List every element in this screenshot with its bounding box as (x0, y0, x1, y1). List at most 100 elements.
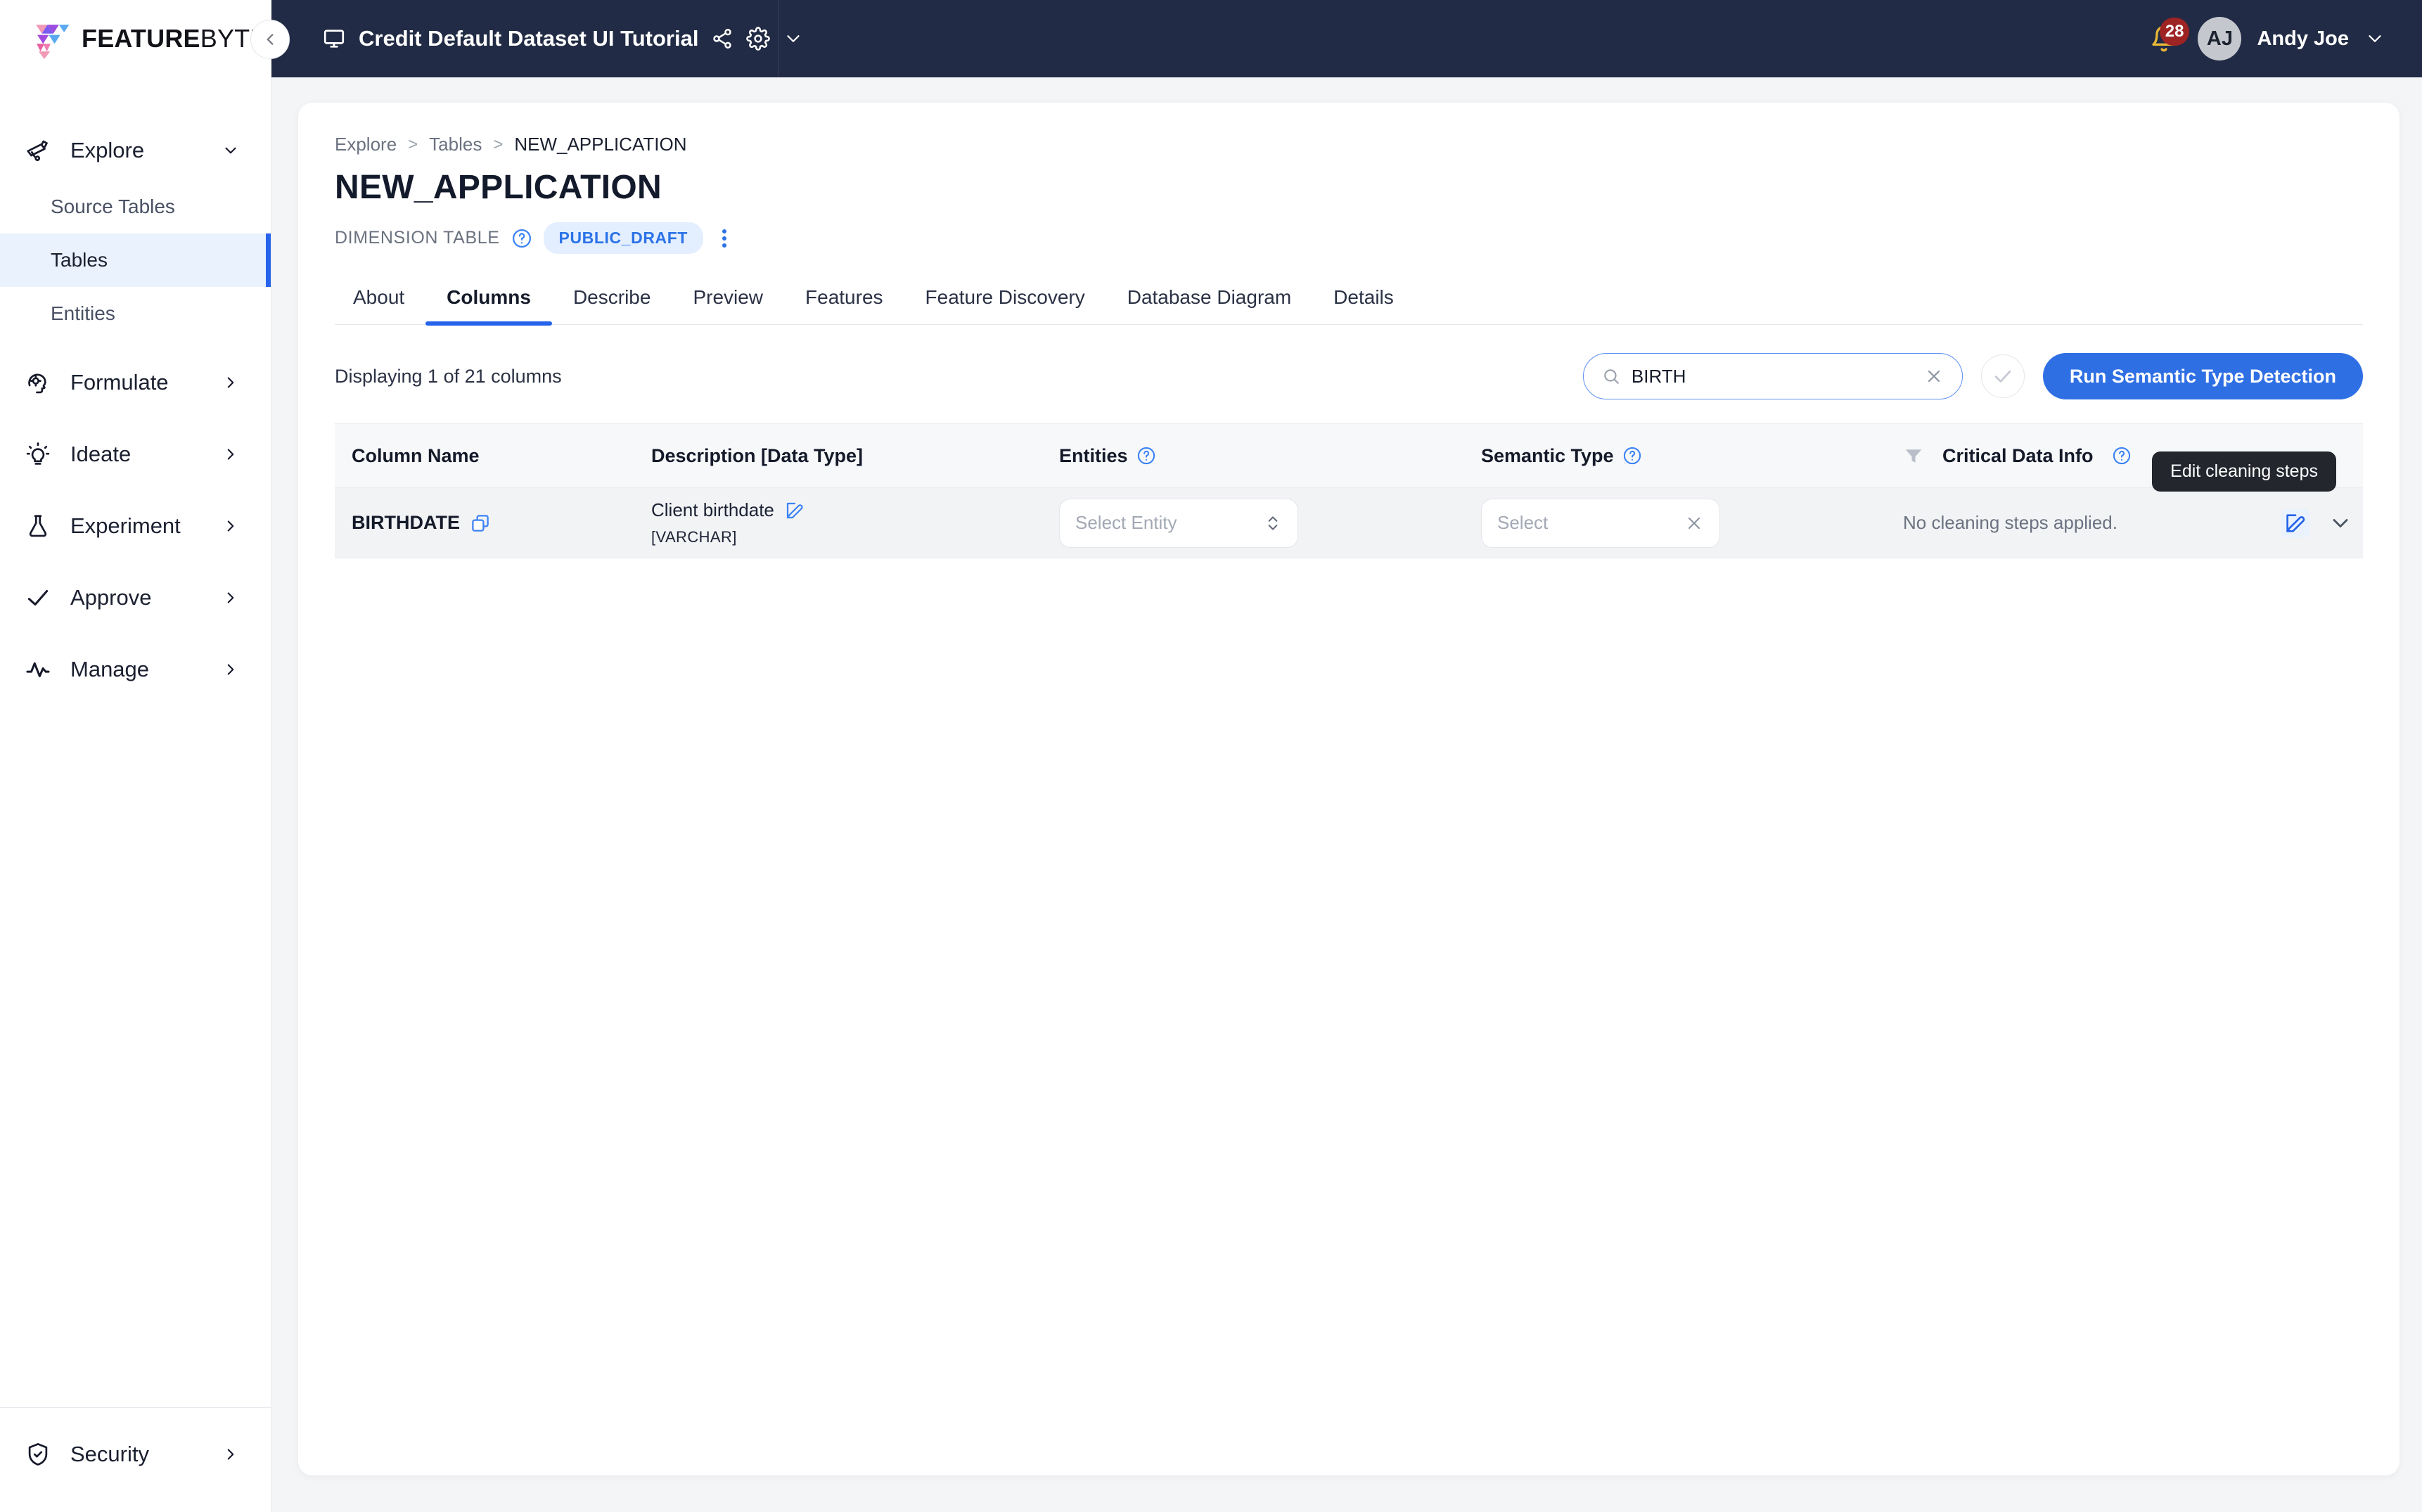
breadcrumb-item-explore[interactable]: Explore (335, 134, 397, 155)
sidebar-group-label: Formulate (70, 370, 169, 395)
breadcrumb-item-current: NEW_APPLICATION (514, 134, 687, 155)
sidebar-item-source-tables[interactable]: Source Tables (0, 180, 271, 233)
apply-search-button[interactable] (1980, 354, 2025, 398)
th-description: Description [Data Type] (651, 444, 864, 466)
check-icon (24, 584, 52, 612)
sidebar-item-entities[interactable]: Entities (0, 287, 271, 340)
table-type-label: DIMENSION TABLE (335, 228, 500, 248)
th-column-name: Column Name (352, 444, 480, 466)
sidebar-group-label: Explore (70, 138, 145, 162)
columns-toolbar: Displaying 1 of 21 columns Run Semantic … (335, 353, 2363, 399)
sidebar-group-security[interactable]: Security (0, 1425, 271, 1484)
cell-row-actions (2229, 508, 2363, 537)
top-bar-dark-area: Credit Default Dataset UI Tutorial 28 AJ… (271, 0, 2422, 77)
close-x-icon[interactable] (1684, 513, 1704, 533)
chevron-up-down-icon (1268, 515, 1278, 530)
search-box[interactable] (1582, 353, 1963, 399)
more-vertical-icon[interactable] (715, 226, 734, 250)
semantic-type-select[interactable]: Select (1481, 498, 1720, 548)
chevron-right-icon[interactable] (222, 1445, 240, 1463)
sidebar-group-formulate[interactable]: Formulate (0, 353, 271, 412)
head-gear-icon (24, 369, 52, 397)
breadcrumb-separator: > (408, 134, 418, 154)
check-icon (1994, 370, 2011, 383)
tab-preview[interactable]: Preview (672, 286, 784, 324)
page-title: NEW_APPLICATION (335, 169, 662, 206)
gear-icon[interactable] (746, 27, 771, 51)
tab-describe[interactable]: Describe (552, 286, 672, 324)
chevron-down-icon[interactable] (222, 141, 240, 160)
chevron-right-icon[interactable] (222, 517, 240, 535)
table-header-row: Column Name Description [Data Type] Enti… (335, 423, 2363, 488)
sidebar-group-label: Experiment (70, 513, 181, 538)
sidebar-item-label: Tables (51, 249, 108, 271)
project-switcher[interactable]: Credit Default Dataset UI Tutorial (322, 26, 804, 51)
chevron-right-icon[interactable] (222, 660, 240, 679)
cell-semantic-type: Select (1481, 498, 1903, 548)
close-x-icon[interactable] (1924, 366, 1944, 386)
cell-critical-data-info: No cleaning steps applied. (1903, 512, 2229, 534)
app-root: FEATUREBYTE Credit Default Dataset UI Tu… (0, 0, 2422, 1512)
breadcrumb: Explore > Tables > NEW_APPLICATION (335, 134, 2363, 155)
entity-select[interactable]: Select Entity (1059, 498, 1298, 548)
sidebar-group-approve[interactable]: Approve (0, 568, 271, 627)
chevron-right-icon[interactable] (222, 445, 240, 463)
sidebar-group-experiment[interactable]: Experiment (0, 496, 271, 556)
help-circle-icon[interactable] (2112, 446, 2132, 466)
displaying-count: Displaying 1 of 21 columns (335, 365, 562, 387)
semantic-type-placeholder: Select (1497, 512, 1549, 533)
tab-bar: About Columns Describe Preview Features … (335, 286, 2363, 326)
toolbar-actions: Run Semantic Type Detection (1582, 353, 2363, 399)
sidebar-group-label: Ideate (70, 442, 132, 466)
tab-columns[interactable]: Columns (425, 286, 552, 326)
tab-about[interactable]: About (335, 286, 425, 324)
search-icon (1604, 369, 1619, 384)
user-chevron-down-icon[interactable] (2364, 28, 2385, 49)
tab-feature-discovery[interactable]: Feature Discovery (904, 286, 1106, 324)
sidebar-item-tables[interactable]: Tables (0, 233, 271, 287)
copy-icon[interactable] (470, 513, 491, 534)
project-title: Credit Default Dataset UI Tutorial (359, 26, 699, 51)
sidebar-group-manage[interactable]: Manage (0, 640, 271, 699)
help-circle-icon[interactable] (511, 228, 532, 249)
chevron-down-icon[interactable] (2328, 511, 2353, 536)
sidebar-footer: Security (0, 1407, 271, 1512)
avatar[interactable]: AJ (2198, 17, 2242, 60)
chevron-right-icon[interactable] (222, 373, 240, 392)
user-name: Andy Joe (2257, 27, 2349, 50)
sidebar-group-explore[interactable]: Explore (0, 121, 271, 180)
help-circle-icon[interactable] (1622, 446, 1642, 466)
th-semantic-type: Semantic Type (1481, 445, 1903, 467)
lightbulb-icon (24, 440, 52, 468)
sidebar-item-label: Source Tables (51, 196, 175, 217)
brand-wordmark: FEATUREBYTE (82, 24, 267, 53)
run-semantic-type-detection-button[interactable]: Run Semantic Type Detection (2042, 353, 2363, 399)
notifications-button[interactable]: 28 (2146, 18, 2190, 57)
table-row[interactable]: Edit cleaning steps BIRTHDATE Client bir… (335, 451, 2363, 558)
sidebar-collapse-button[interactable] (250, 20, 290, 59)
project-chevron-down-icon[interactable] (783, 28, 804, 49)
activity-icon (24, 655, 52, 684)
tab-features[interactable]: Features (784, 286, 904, 324)
columns-table: Column Name Description [Data Type] Enti… (335, 423, 2363, 558)
entity-select-placeholder: Select Entity (1075, 512, 1177, 533)
brand-logo[interactable]: FEATUREBYTE (0, 0, 271, 77)
help-circle-icon[interactable] (1136, 446, 1156, 466)
breadcrumb-item-tables[interactable]: Tables (429, 134, 482, 155)
sidebar: Explore Source Tables Tables Entities Fo… (0, 77, 271, 1512)
sidebar-group-label: Approve (70, 585, 152, 610)
tab-database-diagram[interactable]: Database Diagram (1106, 286, 1312, 324)
pencil-edit-icon[interactable] (784, 500, 805, 521)
share-icon[interactable] (711, 27, 733, 50)
tab-details[interactable]: Details (1312, 286, 1415, 324)
flask-icon (24, 512, 52, 540)
th-entities: Entities (1059, 445, 1481, 467)
chevron-right-icon[interactable] (222, 589, 240, 607)
funnel-icon[interactable] (1903, 445, 1924, 466)
chevron-left-icon (267, 34, 274, 45)
status-badge[interactable]: PUBLIC_DRAFT (543, 222, 704, 254)
pencil-edit-icon[interactable] (2281, 508, 2309, 537)
sidebar-group-ideate[interactable]: Ideate (0, 425, 271, 484)
main-content: Explore > Tables > NEW_APPLICATION NEW_A… (271, 77, 2422, 1512)
search-input[interactable] (1631, 365, 1924, 387)
